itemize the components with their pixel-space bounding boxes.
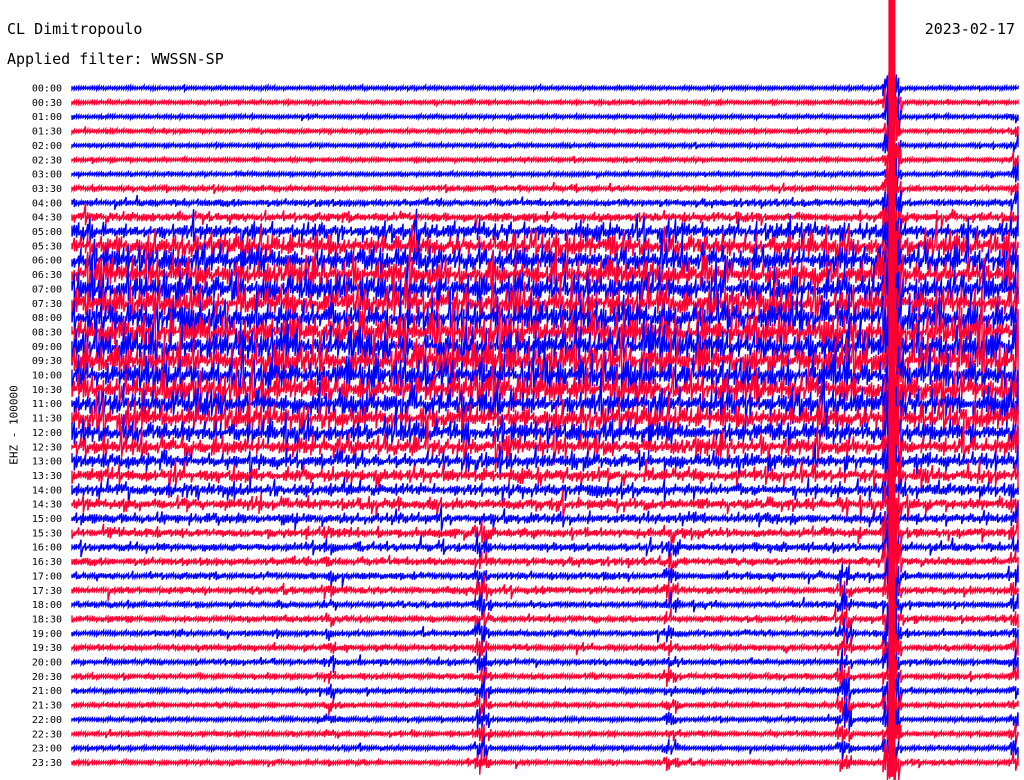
row-label: 07:30 <box>32 299 62 310</box>
row-label: 17:30 <box>32 586 62 597</box>
row-label: 21:00 <box>32 686 62 697</box>
row-label: 13:00 <box>32 457 62 468</box>
row-label: 11:30 <box>32 414 62 425</box>
row-label: 02:00 <box>32 141 62 152</box>
row-label: 03:00 <box>32 170 62 181</box>
row-label: 22:30 <box>32 729 62 740</box>
row-label: 23:30 <box>32 758 62 769</box>
row-label: 15:30 <box>32 528 62 539</box>
row-label: 10:00 <box>32 371 62 382</box>
row-label: 22:00 <box>32 715 62 726</box>
trace-group <box>71 0 1019 780</box>
row-label: 12:00 <box>32 428 62 439</box>
row-label: 12:30 <box>32 442 62 453</box>
row-label: 00:00 <box>32 84 62 95</box>
row-label: 19:00 <box>32 629 62 640</box>
row-label: 14:00 <box>32 485 62 496</box>
row-label: 01:00 <box>32 112 62 123</box>
row-label: 00:30 <box>32 98 62 109</box>
row-label: 10:30 <box>32 385 62 396</box>
trace-row-2300 <box>71 731 1019 778</box>
trace-row-1730 <box>71 558 1019 623</box>
row-label: 07:00 <box>32 284 62 295</box>
row-label: 17:00 <box>32 571 62 582</box>
row-label: 20:30 <box>32 672 62 683</box>
trace-row-0330 <box>71 155 1019 218</box>
row-label: 21:30 <box>32 701 62 712</box>
trace-row-2000 <box>71 629 1019 694</box>
row-label: 04:00 <box>32 198 62 209</box>
row-label: 03:30 <box>32 184 62 195</box>
row-label: 08:30 <box>32 327 62 338</box>
row-label: 04:30 <box>32 213 62 224</box>
event-spike <box>888 0 896 777</box>
trace-row-0000 <box>71 62 1019 131</box>
row-label: 08:00 <box>32 313 62 324</box>
helicorder-plot: 00:00 00:30 01:00 01:30 02:00 02:30 03:00 03:30… <box>32 0 1019 780</box>
row-label: 14:30 <box>32 500 62 511</box>
row-label: 05:00 <box>32 227 62 238</box>
row-label-group: 00:00 00:30 01:00 01:30 02:00 02:30 03:00 03:30… <box>32 84 62 769</box>
row-label: 01:30 <box>32 127 62 138</box>
row-label: 02:30 <box>32 155 62 166</box>
row-label: 18:00 <box>32 600 62 611</box>
row-label: 11:00 <box>32 399 62 410</box>
row-label: 06:30 <box>32 270 62 281</box>
row-label: 05:30 <box>32 241 62 252</box>
row-label: 13:30 <box>32 471 62 482</box>
row-label: 06:00 <box>32 256 62 267</box>
row-label: 20:00 <box>32 658 62 669</box>
trace-row-1830 <box>71 590 1019 637</box>
row-label: 23:00 <box>32 744 62 755</box>
trace-row-2230 <box>71 705 1019 749</box>
row-label: 09:30 <box>32 356 62 367</box>
row-label: 18:30 <box>32 614 62 625</box>
row-label: 19:30 <box>32 643 62 654</box>
trace-row-1700 <box>71 541 1019 610</box>
row-label: 09:00 <box>32 342 62 353</box>
row-label: 15:00 <box>32 514 62 525</box>
row-label: 16:30 <box>32 557 62 568</box>
row-label: 16:00 <box>32 543 62 554</box>
